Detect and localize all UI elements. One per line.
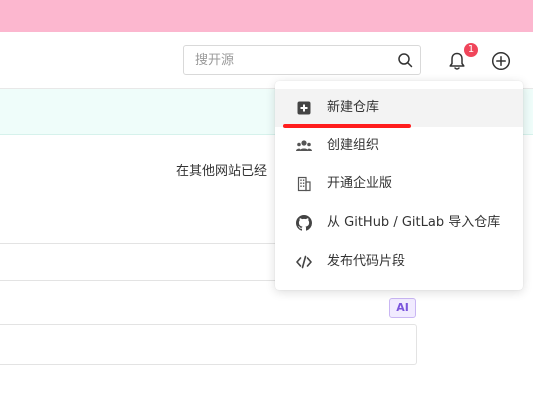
highlight-underline (283, 124, 411, 128)
menu-item-new-repo[interactable]: 新建仓库 (275, 89, 523, 127)
menu-item-publish-snippet[interactable]: 发布代码片段 (275, 243, 523, 281)
menu-item-label: 发布代码片段 (327, 254, 406, 269)
top-banner (0, 0, 533, 32)
create-plus-icon[interactable] (491, 51, 511, 71)
import-hint-text: 在其他网站已经 (176, 164, 268, 179)
menu-item-label: 开通企业版 (327, 176, 393, 191)
search-input[interactable] (184, 46, 395, 74)
menu-item-create-org[interactable]: 创建组织 (275, 127, 523, 165)
menu-item-import-repo[interactable]: 从 GitHub / GitLab 导入仓库 (275, 204, 523, 242)
menu-item-label: 创建组织 (327, 138, 380, 153)
description-field[interactable] (0, 324, 417, 365)
building-icon (297, 176, 311, 192)
code-icon (296, 255, 312, 269)
plus-square-icon (297, 101, 311, 115)
users-icon (296, 140, 312, 151)
ai-badge[interactable]: AI (389, 298, 416, 318)
menu-item-label: 新建仓库 (327, 100, 380, 115)
menu-item-label: 从 GitHub / GitLab 导入仓库 (327, 215, 501, 230)
search-box[interactable] (183, 45, 421, 75)
create-dropdown-menu: 新建仓库 创建组织 开通企业版 从 GitHub / GitLab 导入仓库 发… (275, 81, 523, 290)
search-icon[interactable] (397, 52, 413, 68)
menu-item-enterprise[interactable]: 开通企业版 (275, 165, 523, 203)
notification-badge: 1 (464, 43, 478, 57)
github-icon (296, 215, 312, 231)
bell-icon[interactable] (447, 51, 467, 71)
